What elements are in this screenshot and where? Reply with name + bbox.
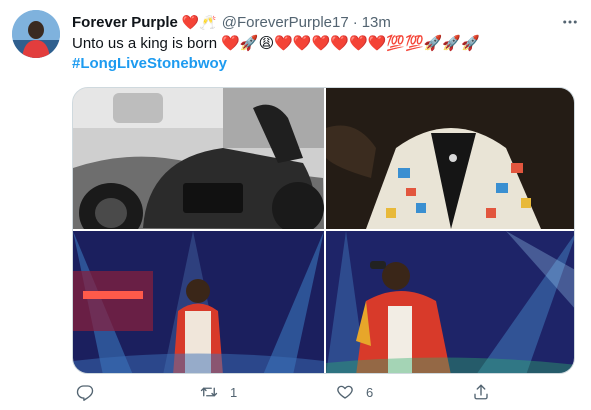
timestamp[interactable]: 13m [362, 14, 391, 31]
share-button[interactable] [472, 380, 502, 404]
display-name[interactable]: Forever Purple [72, 14, 178, 31]
name-emojis: ❤️🥂 [181, 14, 217, 30]
retweet-icon [200, 383, 218, 401]
heart-icon [336, 383, 354, 401]
user-handle[interactable]: @ForeverPurple17 [222, 14, 349, 31]
reply-button[interactable] [76, 380, 106, 404]
more-options-icon[interactable] [560, 12, 580, 32]
tweet-card[interactable]: Forever Purple ❤️🥂 @ForeverPurple17 · 13… [0, 0, 591, 410]
retweet-count: 1 [230, 384, 238, 400]
tweet-header: Forever Purple ❤️🥂 @ForeverPurple17 · 13… [72, 12, 391, 32]
avatar[interactable] [12, 10, 60, 58]
separator-dot: · [352, 13, 358, 31]
microphone-performer-photo[interactable] [326, 231, 574, 373]
retweet-button[interactable]: 1 [200, 380, 237, 404]
tweet-emojis: ❤️🚀😩❤️❤️❤️❤️❤️❤️💯💯🚀🚀🚀 [221, 35, 480, 52]
share-icon [472, 383, 490, 401]
like-button[interactable]: 6 [336, 380, 373, 404]
media-grid [72, 87, 575, 374]
tweet-body: Unto us a king is born [72, 35, 218, 52]
motorcycle-photo[interactable] [73, 88, 324, 229]
jacket-closeup-photo[interactable] [326, 88, 574, 229]
hashtag-link[interactable]: #LongLiveStonebwoy [72, 54, 227, 74]
like-count: 6 [366, 384, 374, 400]
tweet-text: Unto us a king is born ❤️🚀😩❤️❤️❤️❤️❤️❤️💯… [72, 34, 577, 54]
action-bar: 1 6 [72, 380, 577, 404]
reply-icon [76, 383, 94, 401]
stage-performer-photo[interactable] [73, 231, 324, 373]
